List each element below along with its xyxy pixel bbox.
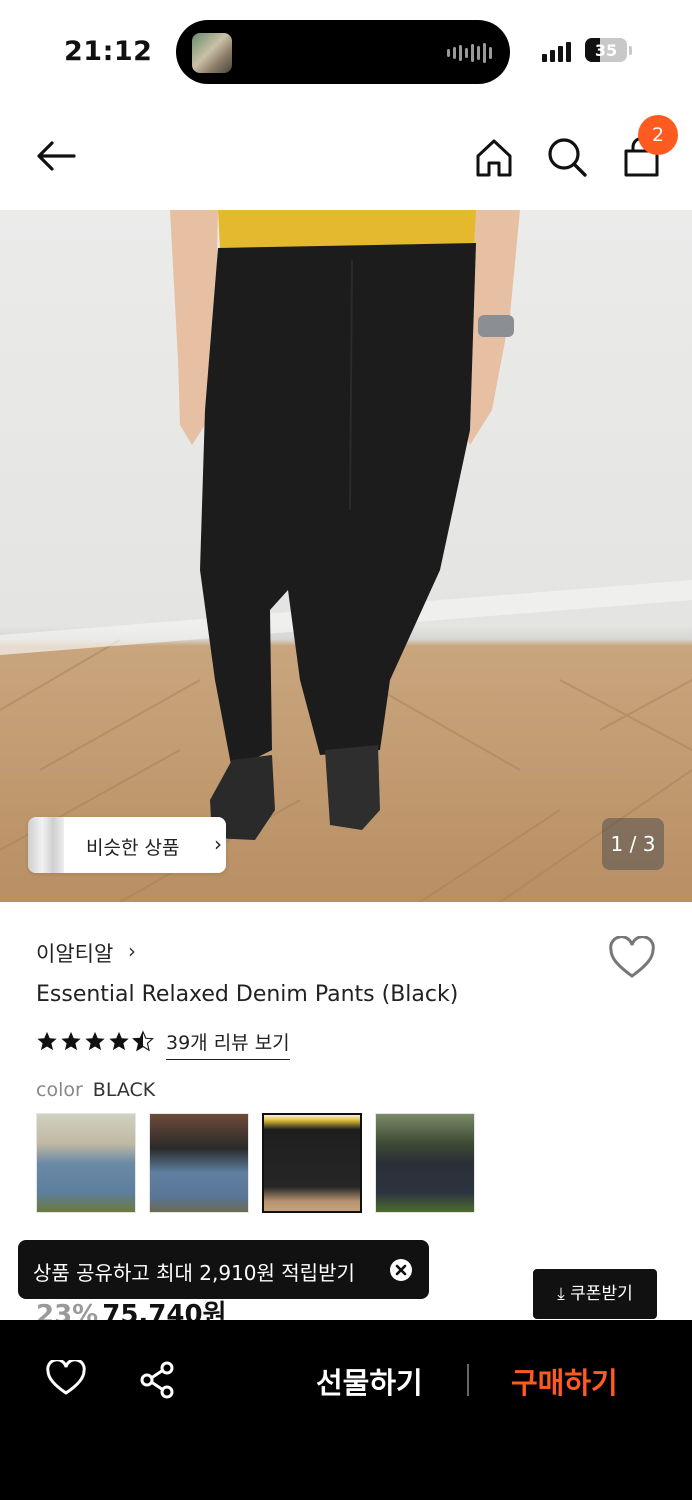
top-nav: [0, 100, 692, 210]
similar-products-button[interactable]: 비슷한 상품 ›: [28, 817, 226, 873]
similar-product-thumbnail: [28, 817, 64, 873]
bottom-action-bar: [0, 1320, 692, 1500]
rating-stars: [36, 1030, 154, 1052]
product-image[interactable]: [0, 210, 692, 902]
color-swatch-dark-navy[interactable]: [375, 1113, 475, 1213]
dynamic-island[interactable]: [176, 20, 510, 84]
close-icon[interactable]: [389, 1258, 413, 1282]
product-photo: [0, 210, 692, 902]
color-option-row: color BLACK: [36, 1079, 155, 1101]
buy-button[interactable]: 구매하기: [511, 1360, 618, 1402]
cart-count-badge: 2: [638, 115, 678, 155]
chevron-right-icon[interactable]: ›: [128, 939, 136, 963]
reviews-link[interactable]: 39개 리뷰 보기: [166, 1028, 290, 1060]
color-value: BLACK: [92, 1079, 156, 1101]
now-playing-artwork: [192, 33, 232, 73]
product-title: Essential Relaxed Denim Pants (Black): [36, 982, 459, 1007]
back-arrow-icon[interactable]: [34, 134, 78, 178]
color-swatch-black-selected[interactable]: [262, 1113, 362, 1213]
brand-link[interactable]: 이알티알: [36, 938, 113, 968]
home-icon[interactable]: [472, 136, 516, 180]
action-divider: [467, 1364, 469, 1396]
gift-button[interactable]: 선물하기: [316, 1360, 423, 1402]
battery-level: 35: [594, 41, 618, 60]
status-bar: 21:12 35: [0, 0, 692, 100]
similar-products-label: 비슷한 상품: [86, 837, 180, 859]
star-icon: [37, 1031, 57, 1051]
color-label: color: [36, 1079, 83, 1101]
wishlist-heart-icon[interactable]: [46, 1360, 86, 1396]
star-icon: [109, 1031, 129, 1051]
star-half-icon: [132, 1030, 154, 1052]
heart-icon[interactable]: [608, 936, 656, 980]
status-time: 21:12: [64, 36, 153, 67]
color-swatches: [36, 1113, 475, 1213]
toast-text: 상품 공유하고 최대 2,910원 적립받기: [33, 1261, 355, 1285]
star-icon: [85, 1031, 105, 1051]
search-icon[interactable]: [545, 135, 589, 179]
audio-waveform-icon: [447, 42, 492, 64]
cellular-signal-icon: [542, 40, 571, 62]
share-icon[interactable]: [138, 1360, 178, 1400]
share-reward-toast[interactable]: 상품 공유하고 최대 2,910원 적립받기: [18, 1240, 429, 1299]
color-swatch-light-blue[interactable]: [36, 1113, 136, 1213]
battery-tip: [629, 46, 632, 55]
get-coupon-button[interactable]: ⤓ 쿠폰받기: [533, 1269, 657, 1319]
star-icon: [61, 1031, 81, 1051]
battery-icon: 35: [585, 38, 627, 62]
color-swatch-blue[interactable]: [149, 1113, 249, 1213]
image-pager: 1 / 3: [602, 818, 664, 870]
chevron-right-icon: ›: [214, 832, 222, 856]
